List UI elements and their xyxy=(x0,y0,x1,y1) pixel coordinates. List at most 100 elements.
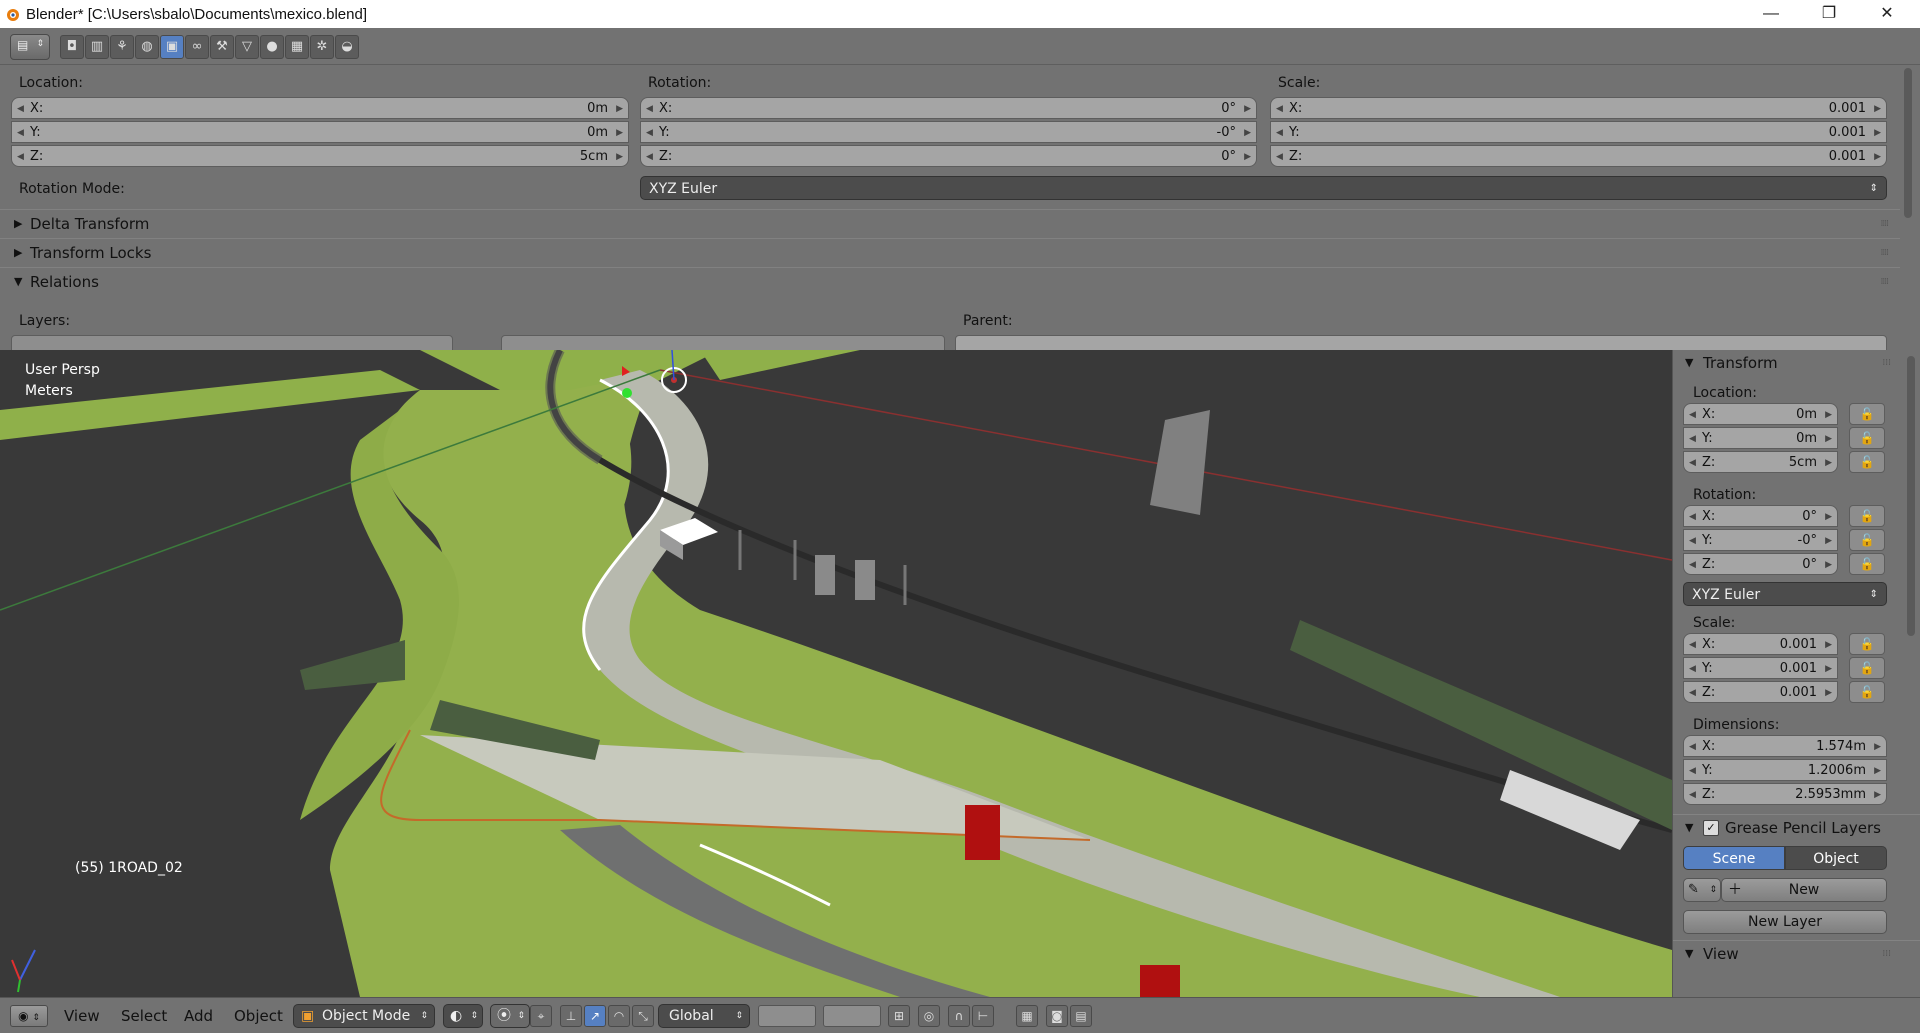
delta-transform-panel-header[interactable]: ▶ Delta Transform ⁞⁞⁞⁞ xyxy=(0,209,1900,238)
constraints-tab-icon[interactable]: ∞ xyxy=(185,35,209,59)
grease-pencil-checkbox[interactable]: ✓ xyxy=(1703,820,1719,836)
layer-lock-icon[interactable]: ⊞ xyxy=(888,1005,910,1027)
n-location-label: Location: xyxy=(1693,385,1757,401)
snap-element-icon[interactable]: ⊢ xyxy=(972,1005,994,1027)
lock-rotation-x-button[interactable]: 🔓 xyxy=(1849,505,1885,527)
properties-scrollbar[interactable] xyxy=(1904,68,1912,218)
layer-buttons-group-2[interactable] xyxy=(501,335,945,350)
mode-select[interactable]: ▣ Object Mode ⇕ xyxy=(293,1004,435,1028)
n-scale-x-field[interactable]: ◀ X: 0.001 ▶ xyxy=(1683,633,1838,655)
physics-tab-icon[interactable]: ◒ xyxy=(335,35,359,59)
lock-location-x-button[interactable]: 🔓 xyxy=(1849,403,1885,425)
location-z-field[interactable]: ◀ Z: 5cm ▶ xyxy=(11,145,629,167)
manipulate-center-icon[interactable]: ⌖ xyxy=(530,1005,552,1027)
drag-grip-icon[interactable]: ⁞⁞⁞ xyxy=(1882,350,1891,376)
window-title: Blender* [C:\Users\sbalo\Documents\mexic… xyxy=(26,6,367,23)
scene-tab-icon[interactable]: ⚘ xyxy=(110,35,134,59)
view-panel-header[interactable]: ▼ View ⁞⁞⁞ xyxy=(1673,940,1920,967)
rotation-mode-select[interactable]: XYZ Euler ⇕ xyxy=(640,176,1887,200)
n-dimensions-x-field[interactable]: ◀ X: 1.574m ▶ xyxy=(1683,735,1887,757)
snap-target-icon[interactable]: ▦ xyxy=(1016,1005,1038,1027)
n-scale-label: Scale: xyxy=(1693,615,1736,631)
new-grease-pencil-button[interactable]: ＋ New xyxy=(1721,878,1887,902)
n-location-z-field[interactable]: ◀ Z: 5cm ▶ xyxy=(1683,451,1838,473)
chevron-updown-icon: ⇕ xyxy=(420,1011,428,1021)
editor-type-button[interactable]: ▤ ⇕ xyxy=(10,34,50,60)
scale-y-field[interactable]: ◀ Y: 0.001 ▶ xyxy=(1270,121,1887,143)
relations-panel-header[interactable]: ▼ Relations ⁞⁞⁞⁞ xyxy=(0,267,1900,296)
render-layers-tab-icon[interactable]: ▥ xyxy=(85,35,109,59)
layer-buttons-group-1[interactable] xyxy=(11,335,453,350)
lock-scale-y-button[interactable]: 🔓 xyxy=(1849,657,1885,679)
n-scale-z-field[interactable]: ◀ Z: 0.001 ▶ xyxy=(1683,681,1838,703)
location-x-field[interactable]: ◀ X: 0m ▶ xyxy=(11,97,629,119)
drag-grip-icon[interactable]: ⁞⁞⁞⁞ xyxy=(1881,210,1890,238)
new-layer-button[interactable]: New Layer xyxy=(1683,910,1887,934)
scene-layers-grid-2[interactable] xyxy=(823,1005,881,1027)
n-dimensions-z-field[interactable]: ◀ Z: 2.5953mm ▶ xyxy=(1683,783,1887,805)
close-button[interactable]: ✕ xyxy=(1858,0,1916,28)
modifiers-tab-icon[interactable]: ⚒ xyxy=(210,35,234,59)
transform-manipulator-icon[interactable]: ⊥ xyxy=(560,1005,582,1027)
rotation-x-field[interactable]: ◀ X: 0° ▶ xyxy=(640,97,1257,119)
lock-scale-z-button[interactable]: 🔓 xyxy=(1849,681,1885,703)
grease-pencil-panel-header[interactable]: ▼ ✓ Grease Pencil Layers xyxy=(1673,814,1920,841)
object-tab-icon[interactable]: ▣ xyxy=(160,35,184,59)
n-location-y-field[interactable]: ◀ Y: 0m ▶ xyxy=(1683,427,1838,449)
material-tab-icon[interactable]: ● xyxy=(260,35,284,59)
render-tab-icon[interactable]: ◘ xyxy=(60,35,84,59)
snap-toggle-icon[interactable]: ∩ xyxy=(948,1005,970,1027)
n-rotation-mode-select[interactable]: XYZ Euler ⇕ xyxy=(1683,582,1887,606)
location-y-field[interactable]: ◀ Y: 0m ▶ xyxy=(11,121,629,143)
add-menu[interactable]: Add xyxy=(184,1007,213,1025)
scale-z-field[interactable]: ◀ Z: 0.001 ▶ xyxy=(1270,145,1887,167)
lock-location-y-button[interactable]: 🔓 xyxy=(1849,427,1885,449)
editor-type-button[interactable]: ◉ ⇕ xyxy=(10,1005,48,1027)
drag-grip-icon[interactable]: ⁞⁞⁞⁞ xyxy=(1881,239,1890,267)
scene-tab[interactable]: Scene xyxy=(1683,846,1785,870)
object-menu[interactable]: Object xyxy=(234,1007,283,1025)
object-tab[interactable]: Object xyxy=(1785,846,1887,870)
rotation-y-field[interactable]: ◀ Y: -0° ▶ xyxy=(640,121,1257,143)
n-scale-y-field[interactable]: ◀ Y: 0.001 ▶ xyxy=(1683,657,1838,679)
pencil-select-button[interactable]: ✎ ⇕ xyxy=(1683,878,1721,902)
sidebar-scrollbar[interactable] xyxy=(1907,356,1915,636)
scene-layers-grid-1[interactable] xyxy=(758,1005,816,1027)
n-rotation-x-field[interactable]: ◀ X: 0° ▶ xyxy=(1683,505,1838,527)
lock-rotation-y-button[interactable]: 🔓 xyxy=(1849,529,1885,551)
maximize-button[interactable]: ❐ xyxy=(1800,0,1858,28)
n-location-x-field[interactable]: ◀ X: 0m ▶ xyxy=(1683,403,1838,425)
expanded-triangle-icon: ▼ xyxy=(1685,356,1694,369)
n-rotation-y-field[interactable]: ◀ Y: -0° ▶ xyxy=(1683,529,1838,551)
lock-location-z-button[interactable]: 🔓 xyxy=(1849,451,1885,473)
particles-tab-icon[interactable]: ✲ xyxy=(310,35,334,59)
transform-locks-panel-header[interactable]: ▶ Transform Locks ⁞⁞⁞⁞ xyxy=(0,238,1900,267)
viewport-shading-select[interactable]: ◐ ⇕ xyxy=(443,1004,483,1028)
n-dimensions-y-field[interactable]: ◀ Y: 1.2006m ▶ xyxy=(1683,759,1887,781)
parent-field[interactable] xyxy=(955,335,1887,350)
translate-manipulator-icon[interactable]: ↗ xyxy=(584,1005,606,1027)
minimize-button[interactable]: — xyxy=(1742,0,1800,28)
transform-panel-header[interactable]: ▼ Transform ⁞⁞⁞ xyxy=(1673,350,1920,376)
world-tab-icon[interactable]: ◍ xyxy=(135,35,159,59)
drag-grip-icon[interactable]: ⁞⁞⁞⁞ xyxy=(1881,268,1890,296)
3d-viewport[interactable]: User Persp Meters (55) 1ROAD_02 xyxy=(0,350,1672,997)
render-animation-icon[interactable]: ▤ xyxy=(1070,1005,1092,1027)
select-menu[interactable]: Select xyxy=(121,1007,167,1025)
proportional-edit-icon[interactable]: ◎ xyxy=(918,1005,940,1027)
render-camera-icon[interactable]: ◙ xyxy=(1046,1005,1068,1027)
rotation-z-field[interactable]: ◀ Z: 0° ▶ xyxy=(640,145,1257,167)
drag-grip-icon[interactable]: ⁞⁞⁞ xyxy=(1882,941,1891,967)
transform-orientation-select[interactable]: Global ⇕ xyxy=(658,1004,750,1028)
scale-manipulator-icon[interactable]: ⤡ xyxy=(632,1005,654,1027)
units-label: Meters xyxy=(25,383,73,399)
texture-tab-icon[interactable]: ▦ xyxy=(285,35,309,59)
data-tab-icon[interactable]: ▽ xyxy=(235,35,259,59)
pivot-point-select[interactable]: ⦿ ⇕ xyxy=(490,1004,530,1028)
lock-rotation-z-button[interactable]: 🔓 xyxy=(1849,553,1885,575)
rotate-manipulator-icon[interactable]: ◠ xyxy=(608,1005,630,1027)
view-menu[interactable]: View xyxy=(64,1007,100,1025)
n-rotation-z-field[interactable]: ◀ Z: 0° ▶ xyxy=(1683,553,1838,575)
lock-scale-x-button[interactable]: 🔓 xyxy=(1849,633,1885,655)
scale-x-field[interactable]: ◀ X: 0.001 ▶ xyxy=(1270,97,1887,119)
